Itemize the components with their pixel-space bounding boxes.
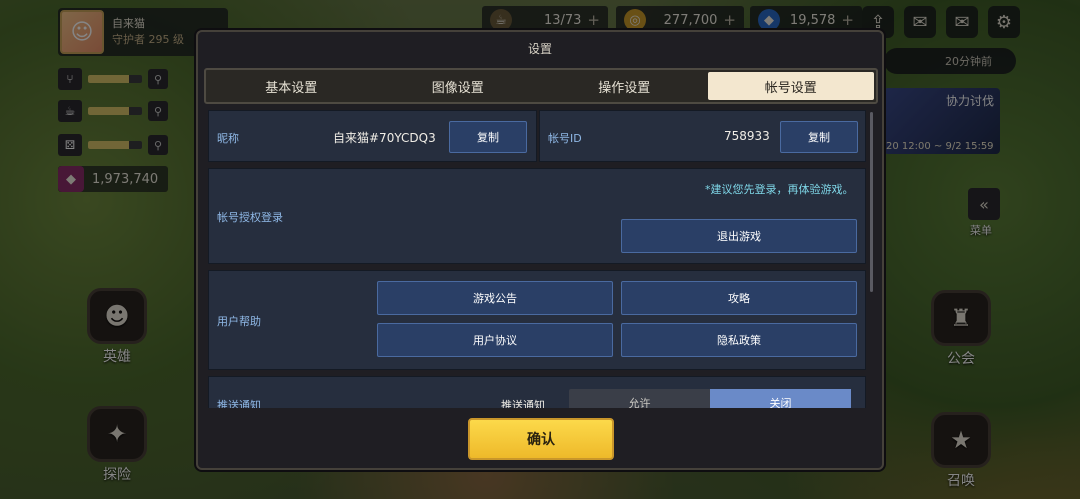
copy-account-id-button[interactable]: 复制 [780,121,858,153]
auth-label: 帐号授权登录 [217,211,283,224]
user-help-panel: 用户帮助 游戏公告 攻略 用户协议 隐私政策 [208,270,866,370]
copy-nickname-button[interactable]: 复制 [449,121,527,153]
push-section-label: 推送通知 [217,399,261,408]
push-off-option[interactable]: 关闭 [710,389,851,408]
push-allow-option[interactable]: 允许 [569,389,710,408]
account-id-panel: 帐号ID 758933 复制 [539,110,866,162]
help-label: 用户帮助 [217,315,261,328]
tab-account[interactable]: 帐号设置 [707,72,874,100]
nickname-panel: 昵称 自来猫#70YCDQ3 复制 [208,110,537,162]
account-settings-content[interactable]: 昵称 自来猫#70YCDQ3 复制 帐号ID 758933 复制 帐号授权登录 … [208,110,866,408]
account-id-label: 帐号ID [548,132,582,145]
user-agreement-button[interactable]: 用户协议 [377,323,613,357]
game-notice-button[interactable]: 游戏公告 [377,281,613,315]
dialog-title: 设置 [527,42,552,56]
push-notification-panel: 推送通知 推送通知 允许 关闭 [208,376,866,408]
push-toggle[interactable]: 允许 关闭 [569,389,851,408]
guide-button[interactable]: 攻略 [621,281,857,315]
auth-hint: *建议您先登录，再体验游戏。 [705,183,854,196]
confirm-button[interactable]: 确认 [468,418,614,460]
exit-game-button[interactable]: 退出游戏 [621,219,857,253]
nickname-value: 自来猫#70YCDQ3 [333,131,436,145]
tab-graphics[interactable]: 图像设置 [375,72,542,100]
tab-controls[interactable]: 操作设置 [541,72,708,100]
content-scrollbar[interactable] [870,112,873,292]
push-row-label: 推送通知 [501,399,545,408]
nickname-label: 昵称 [217,132,239,145]
settings-tabs: 基本设置 图像设置 操作设置 帐号设置 [204,68,878,104]
account-id-value: 758933 [724,129,770,143]
privacy-policy-button[interactable]: 隐私政策 [621,323,857,357]
settings-dialog: 设置 基本设置 图像设置 操作设置 帐号设置 昵称 自来猫#70YCDQ3 复制… [196,30,884,470]
tab-basic[interactable]: 基本设置 [208,72,375,100]
account-auth-panel: 帐号授权登录 *建议您先登录，再体验游戏。 退出游戏 [208,168,866,264]
